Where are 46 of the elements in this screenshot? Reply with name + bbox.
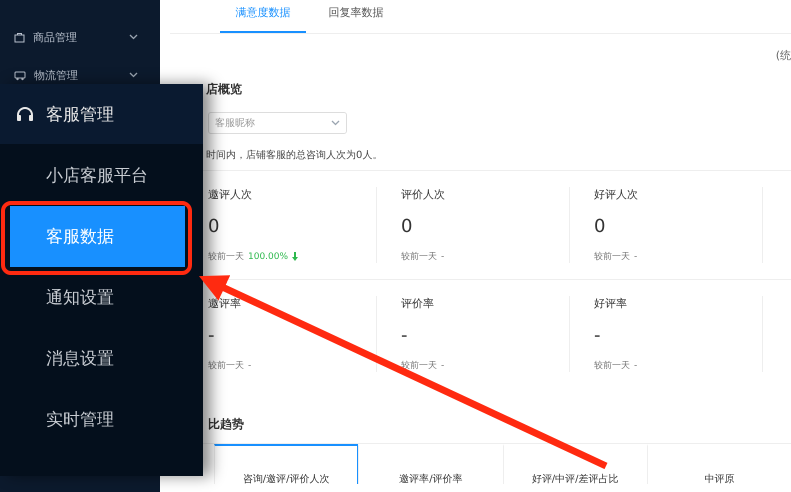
metric-value: - bbox=[208, 324, 216, 346]
chart-tab[interactable]: 咨询/邀评/评价人次 bbox=[214, 444, 358, 484]
compare-label: 较前一天 bbox=[208, 250, 244, 263]
menu-item[interactable]: 通知设置 bbox=[0, 267, 185, 328]
change-value: - bbox=[634, 252, 638, 262]
metric-value: - bbox=[401, 324, 408, 346]
chevron-down-icon bbox=[129, 34, 138, 40]
metric-value: 0 bbox=[208, 216, 220, 236]
change-value: - bbox=[441, 252, 444, 262]
metric-label: 评价率 bbox=[401, 296, 435, 311]
metric-value: - bbox=[594, 324, 602, 346]
headset-icon bbox=[16, 106, 34, 122]
sidebar-item[interactable]: 商品管理 bbox=[0, 26, 160, 48]
menu-title: 客服管理 bbox=[46, 104, 114, 126]
section-title: 比趋势 bbox=[207, 416, 245, 433]
chevron-down-icon bbox=[129, 72, 138, 78]
compare-label: 较前一天 bbox=[401, 250, 437, 263]
metric-label: 评价人次 bbox=[401, 187, 446, 202]
metric-label: 邀评人次 bbox=[208, 187, 253, 202]
metric-value: 0 bbox=[401, 216, 414, 236]
metric-label: 好评人次 bbox=[594, 187, 639, 202]
menu-item[interactable]: 消息设置 bbox=[0, 328, 185, 389]
compare-label: 较前一天 bbox=[208, 360, 244, 372]
chevron-down-icon bbox=[331, 120, 340, 126]
change-value: - bbox=[248, 360, 252, 370]
chart-tab[interactable]: 邀评率/评价率 bbox=[358, 444, 503, 484]
down-arrow-icon bbox=[292, 252, 298, 261]
compare-label: 较前一天 bbox=[594, 250, 630, 263]
section-title: 店概览 bbox=[206, 81, 243, 98]
chart-tab[interactable]: 中评原 bbox=[646, 444, 791, 484]
metric-label: 邀评率 bbox=[208, 296, 242, 311]
menu-item[interactable]: 实时管理 bbox=[0, 389, 185, 450]
bag-icon bbox=[14, 32, 25, 42]
summary-text: 时间内，店铺客服的总咨询人次为0人。 bbox=[206, 148, 384, 162]
change-value: - bbox=[634, 360, 638, 370]
truck-icon bbox=[14, 70, 26, 80]
menu-item[interactable]: 小店客服平台 bbox=[0, 145, 185, 206]
change-value: - bbox=[441, 360, 444, 370]
tab[interactable]: 回复率数据 bbox=[324, 0, 388, 33]
sidebar-item[interactable]: 物流管理 bbox=[0, 64, 160, 86]
compare-label: 较前一天 bbox=[594, 360, 630, 372]
note-text: (统 bbox=[776, 48, 791, 63]
metric-label: 好评率 bbox=[594, 296, 628, 311]
chart-tab[interactable]: 好评/中评/差评占比 bbox=[502, 444, 647, 484]
change-value: 100.00% bbox=[248, 252, 288, 262]
metric-value: 0 bbox=[594, 216, 606, 236]
